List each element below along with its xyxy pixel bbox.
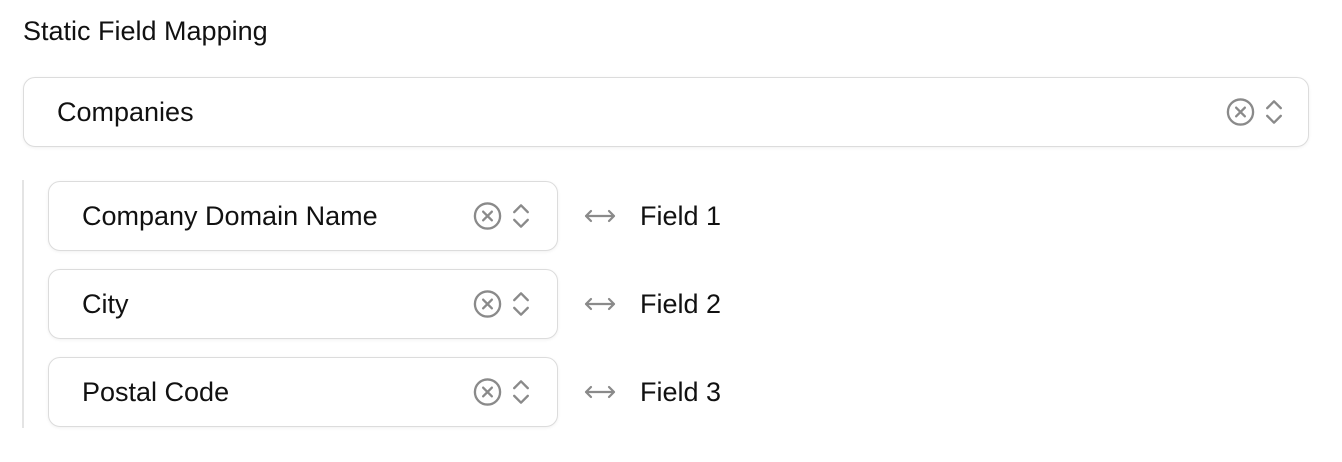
clear-icon[interactable]	[1225, 97, 1256, 128]
left-right-arrow-icon	[584, 357, 616, 427]
source-field-value: City	[82, 289, 129, 319]
source-field-value: Postal Code	[82, 377, 230, 407]
chevron-up-down-icon[interactable]	[511, 377, 531, 408]
object-select-controls	[1225, 97, 1284, 128]
source-field-controls	[472, 201, 531, 232]
object-select[interactable]: Companies	[23, 77, 1309, 147]
object-select-value: Companies	[57, 97, 194, 127]
target-field-label: Field 1	[640, 201, 722, 231]
target-field-label: Field 2	[640, 289, 722, 319]
source-field-value: Company Domain Name	[82, 201, 378, 231]
page-title: Static Field Mapping	[23, 16, 268, 46]
mapping-row: Postal Code Field 3	[0, 357, 1342, 427]
clear-icon[interactable]	[472, 201, 503, 232]
left-right-arrow-icon	[584, 181, 616, 251]
chevron-up-down-icon[interactable]	[1264, 97, 1284, 128]
source-field-controls	[472, 377, 531, 408]
source-field-select[interactable]: City	[48, 269, 558, 339]
source-field-controls	[472, 289, 531, 320]
chevron-up-down-icon[interactable]	[511, 289, 531, 320]
source-field-select[interactable]: Company Domain Name	[48, 181, 558, 251]
source-field-select[interactable]: Postal Code	[48, 357, 558, 427]
target-field-label: Field 3	[640, 377, 722, 407]
clear-icon[interactable]	[472, 377, 503, 408]
mapping-row: City Field 2	[0, 269, 1342, 339]
left-right-arrow-icon	[584, 269, 616, 339]
mapping-row: Company Domain Name Field 1	[0, 181, 1342, 251]
chevron-up-down-icon[interactable]	[511, 201, 531, 232]
clear-icon[interactable]	[472, 289, 503, 320]
